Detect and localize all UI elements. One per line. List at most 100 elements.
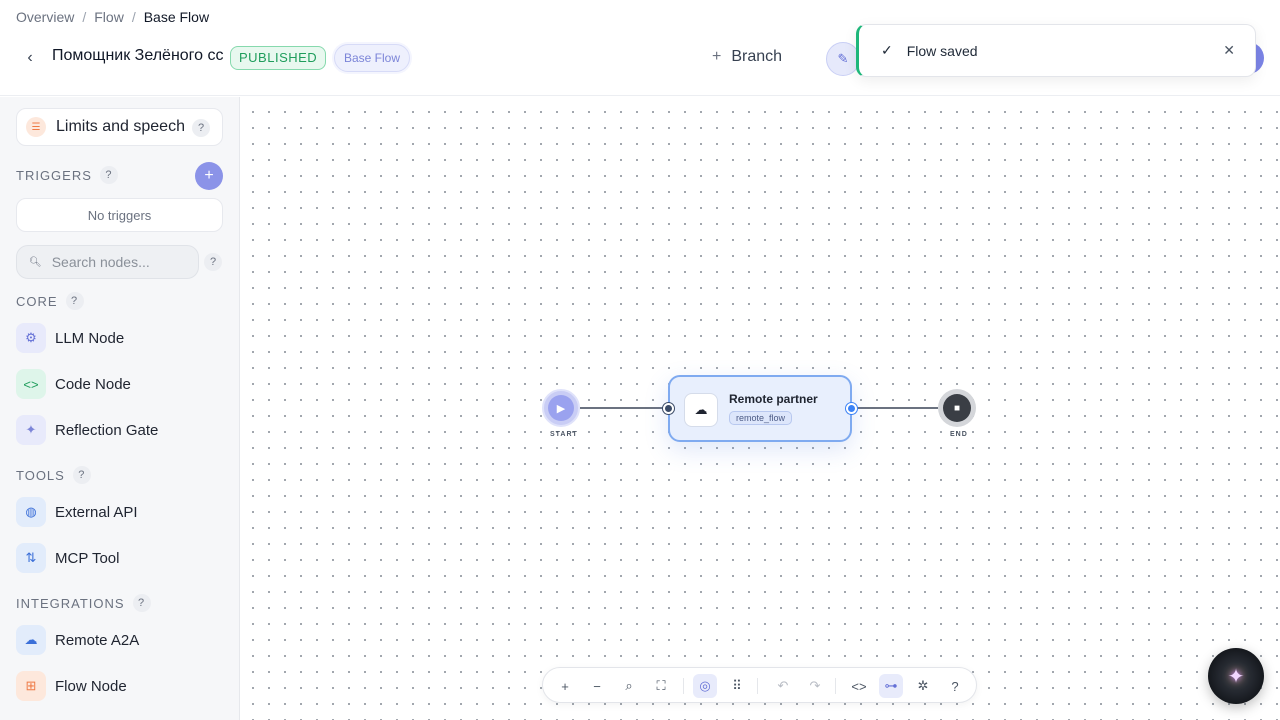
sliders-icon: ☰ bbox=[26, 117, 46, 137]
start-caption: START bbox=[550, 431, 578, 438]
plus-icon: + bbox=[561, 678, 569, 694]
layout-tree-icon: ⊶ bbox=[884, 678, 898, 693]
sidebar-item-external-api[interactable]: ◍ External API bbox=[16, 495, 223, 529]
help-icon[interactable]: ? bbox=[65, 292, 84, 310]
start-node[interactable]: ▶ bbox=[542, 389, 580, 427]
help-icon[interactable]: ? bbox=[192, 119, 210, 137]
help-icon[interactable]: ? bbox=[99, 166, 118, 184]
tools-title: TOOLS bbox=[16, 467, 65, 483]
cloud-icon: ☁ bbox=[684, 393, 718, 427]
chevron-left-icon: ‹ bbox=[27, 49, 33, 66]
sidebar-item-label: LLM Node bbox=[55, 329, 125, 347]
sidebar-item-flow-node[interactable]: ⊞ Flow Node bbox=[16, 669, 223, 703]
zoom-in-button[interactable]: + bbox=[553, 674, 577, 698]
target-icon: ◎ bbox=[699, 678, 711, 693]
sparkle-icon: ✦ bbox=[1227, 665, 1245, 688]
breadcrumb-current: Base Flow bbox=[143, 9, 210, 25]
core-section-title: CORE ? bbox=[16, 292, 84, 310]
help-button[interactable]: ? bbox=[943, 674, 967, 698]
triggers-section-title: TRIGGERS ? bbox=[16, 166, 118, 184]
check-icon: ✓ bbox=[881, 42, 893, 58]
sidebar-item-code-node[interactable]: <> Code Node bbox=[16, 367, 223, 401]
plus-icon: + bbox=[204, 167, 214, 184]
redo-icon: ↷ bbox=[809, 678, 821, 693]
sidebar-item-mcp-tool[interactable]: ⇅ MCP Tool bbox=[16, 541, 223, 575]
grip-icon: ⠿ bbox=[732, 678, 742, 693]
ai-assistant-button[interactable]: ✦ bbox=[1208, 648, 1264, 704]
help-icon[interactable]: ? bbox=[132, 594, 151, 612]
help-icon[interactable]: ? bbox=[72, 466, 91, 484]
play-icon: ▶ bbox=[548, 395, 574, 421]
sidebar-item-label: Flow Node bbox=[55, 677, 127, 695]
sidebar: ☰ Limits and speech ? TRIGGERS ? + No tr… bbox=[0, 97, 240, 720]
branch-label: Branch bbox=[731, 48, 783, 65]
sidebar-item-label: Reflection Gate bbox=[55, 421, 159, 439]
edit-button[interactable]: ✎ bbox=[826, 42, 860, 76]
zoom-out-button[interactable]: − bbox=[585, 674, 609, 698]
plug-icon: ⇅ bbox=[16, 543, 46, 573]
expand-icon: ⛶ bbox=[656, 678, 666, 693]
search-box: 🔍︎ bbox=[16, 245, 199, 279]
sidebar-item-label: Code Node bbox=[55, 375, 131, 393]
input-port[interactable] bbox=[663, 403, 674, 414]
focus-button[interactable]: ◎ bbox=[693, 674, 717, 698]
edge-start-to-remote[interactable] bbox=[580, 407, 668, 409]
tools-section-title: TOOLS ? bbox=[16, 466, 91, 484]
fit-view-button[interactable]: ⛶ bbox=[649, 674, 673, 698]
limits-and-speech-button[interactable]: ☰ Limits and speech ? bbox=[16, 108, 223, 146]
limits-label: Limits and speech bbox=[56, 118, 185, 135]
toolbar-divider bbox=[757, 678, 758, 694]
branch-button[interactable]: + Branch bbox=[712, 48, 782, 66]
flow-version-badge[interactable]: Base Flow bbox=[334, 44, 411, 72]
cloud-icon: ☁ bbox=[16, 625, 46, 655]
search-canvas-button[interactable]: ⌕ bbox=[617, 674, 641, 698]
breadcrumb-separator: / bbox=[82, 9, 87, 25]
back-button[interactable]: ‹ bbox=[20, 48, 40, 68]
toast-notification: ✓ Flow saved ✕ bbox=[856, 24, 1256, 77]
toolbar-divider bbox=[683, 678, 684, 694]
toolbar-divider bbox=[835, 678, 836, 694]
end-caption: END bbox=[950, 431, 968, 438]
remote-partner-node[interactable]: ☁ Remote partner remote_flow bbox=[668, 375, 852, 442]
edge-remote-to-end[interactable] bbox=[852, 407, 938, 409]
output-port[interactable] bbox=[846, 403, 857, 414]
drag-handle-button[interactable]: ⠿ bbox=[725, 674, 749, 698]
toast-message: Flow saved bbox=[906, 42, 978, 59]
node-title: Remote partner bbox=[729, 392, 818, 406]
end-node[interactable]: ■ bbox=[938, 389, 976, 427]
sidebar-item-label: External API bbox=[55, 503, 138, 521]
search-input[interactable] bbox=[51, 254, 192, 270]
flow-canvas[interactable]: ▶ START ☁ Remote partner remote_flow ■ E… bbox=[241, 97, 1280, 720]
integrations-section-title: INTEGRATIONS ? bbox=[16, 594, 151, 612]
code-icon: <> bbox=[851, 678, 867, 694]
sidebar-item-label: Remote A2A bbox=[55, 631, 140, 649]
status-badge: PUBLISHED bbox=[230, 46, 327, 70]
sidebar-item-remote-a2a[interactable]: ☁ Remote A2A bbox=[16, 623, 223, 657]
sparkles-icon: ✦ bbox=[16, 415, 46, 445]
pencil-icon: ✎ bbox=[837, 51, 849, 66]
undo-button[interactable]: ↶ bbox=[771, 674, 795, 698]
undo-icon: ↶ bbox=[777, 678, 789, 693]
search-icon: 🔍︎ bbox=[29, 256, 42, 268]
close-icon[interactable]: ✕ bbox=[1223, 42, 1235, 59]
code-view-button[interactable]: <> bbox=[847, 674, 871, 698]
redo-button[interactable]: ↷ bbox=[803, 674, 827, 698]
sidebar-item-reflection-gate[interactable]: ✦ Reflection Gate bbox=[16, 413, 223, 447]
page-title: Помощник Зелёного сс bbox=[52, 47, 224, 64]
search-icon: ⌕ bbox=[625, 678, 633, 693]
flow-icon: ⊞ bbox=[16, 671, 46, 701]
breadcrumb-flow[interactable]: Flow bbox=[94, 9, 124, 25]
help-icon[interactable]: ? bbox=[204, 253, 222, 271]
node-type-tag: remote_flow bbox=[729, 411, 793, 425]
auto-layout-button[interactable]: ⊶ bbox=[879, 674, 903, 698]
robot-icon: ⚙ bbox=[16, 323, 46, 353]
breadcrumb-separator: / bbox=[131, 9, 136, 25]
breadcrumb-overview[interactable]: Overview bbox=[16, 9, 74, 25]
graph-view-button[interactable]: ✲ bbox=[911, 674, 935, 698]
canvas-toolbar: + − ⌕ ⛶ ◎ ⠿ ↶ ↷ <> ⊶ ✲ ? bbox=[542, 667, 977, 703]
code-icon: <> bbox=[16, 369, 46, 399]
minus-icon: − bbox=[593, 678, 601, 694]
sidebar-item-llm-node[interactable]: ⚙ LLM Node bbox=[16, 321, 223, 355]
stop-icon: ■ bbox=[943, 394, 971, 422]
add-trigger-button[interactable]: + bbox=[195, 162, 223, 190]
